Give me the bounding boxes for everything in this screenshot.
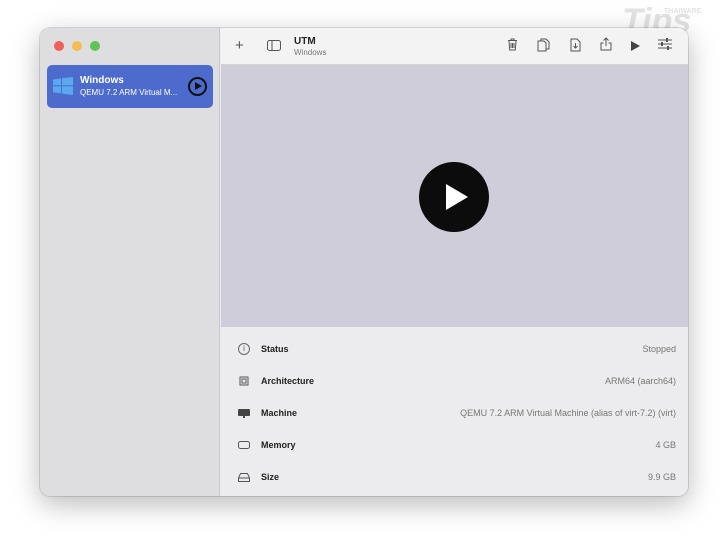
info-label: Architecture	[261, 376, 314, 386]
vm-display	[221, 65, 688, 327]
info-label: Size	[261, 472, 279, 482]
vm-play-button[interactable]	[188, 77, 207, 96]
vm-subtitle: QEMU 7.2 ARM Virtual M...	[80, 88, 177, 97]
share-icon[interactable]	[600, 37, 612, 51]
info-label: Machine	[261, 408, 297, 418]
info-value: 9.9 GB	[648, 472, 676, 482]
start-vm-button[interactable]	[419, 162, 489, 232]
close-button[interactable]	[54, 41, 64, 51]
vm-list-item[interactable]: Windows QEMU 7.2 ARM Virtual M...	[47, 65, 213, 108]
info-value: 4 GB	[655, 440, 676, 450]
vm-name: Windows	[80, 75, 124, 86]
window-title: UTM	[294, 36, 316, 47]
trash-icon[interactable]	[507, 38, 518, 51]
info-value: Stopped	[642, 344, 676, 354]
sidebar: Windows QEMU 7.2 ARM Virtual M...	[40, 28, 220, 496]
cpu-icon	[238, 375, 250, 387]
clone-icon[interactable]	[537, 38, 550, 52]
sidebar-icon[interactable]	[267, 40, 281, 51]
vm-info-panel: i Status Stopped Architecture ARM64 (aar…	[221, 327, 688, 496]
play-icon[interactable]	[631, 41, 641, 51]
info-row-size: Size 9.9 GB	[221, 461, 688, 493]
zoom-button[interactable]	[90, 41, 100, 51]
toolbar: + UTM Windows	[221, 28, 688, 65]
monitor-icon	[238, 407, 250, 419]
plus-icon[interactable]: +	[235, 37, 244, 55]
info-row-status: i Status Stopped	[221, 333, 688, 365]
window-subtitle: Windows	[294, 48, 326, 57]
settings-sliders-icon[interactable]	[658, 38, 672, 50]
info-label: Status	[261, 344, 289, 354]
info-value: QEMU 7.2 ARM Virtual Machine (alias of v…	[460, 408, 676, 418]
info-row-machine: Machine QEMU 7.2 ARM Virtual Machine (al…	[221, 397, 688, 429]
info-row-architecture: Architecture ARM64 (aarch64)	[221, 365, 688, 397]
windows-logo-icon	[53, 77, 73, 95]
info-value: ARM64 (aarch64)	[605, 376, 676, 386]
memory-icon	[238, 439, 250, 451]
window-controls	[54, 41, 100, 51]
info-row-memory: Memory 4 GB	[221, 429, 688, 461]
minimize-button[interactable]	[72, 41, 82, 51]
disk-icon	[238, 471, 250, 483]
info-icon: i	[238, 343, 250, 355]
download-icon[interactable]	[570, 38, 581, 52]
utm-window: Windows QEMU 7.2 ARM Virtual M... + UTM …	[40, 28, 688, 496]
info-label: Memory	[261, 440, 296, 450]
